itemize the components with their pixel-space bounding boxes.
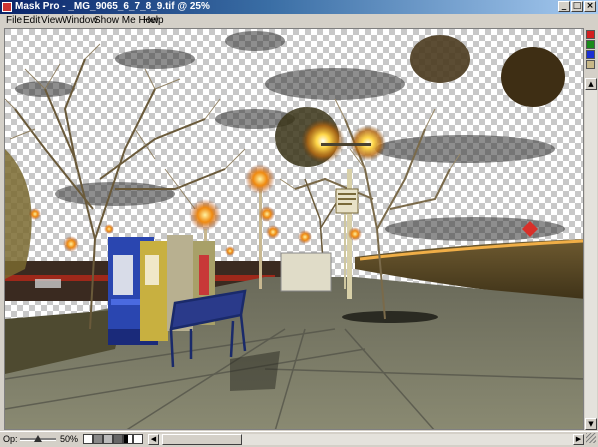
bw-view-icon[interactable] xyxy=(123,434,133,444)
close-button[interactable]: × xyxy=(584,1,596,12)
app-icon[interactable] xyxy=(2,2,12,12)
scroll-right-button[interactable]: ▶ xyxy=(573,434,584,445)
horizontal-scrollbar[interactable]: ◀ ▶ xyxy=(148,434,584,445)
scroll-down-button[interactable]: ▼ xyxy=(585,418,597,430)
opacity-label: Op: xyxy=(3,434,18,444)
masked-photo xyxy=(5,29,583,429)
menu-bar: File Edit View Window Show Me How Help xyxy=(0,14,598,27)
opacity-value: 50% xyxy=(60,434,79,444)
image-view-icon[interactable] xyxy=(103,434,113,444)
grid-icon[interactable] xyxy=(83,434,93,444)
overlay-view-icon[interactable] xyxy=(113,434,123,444)
mask-view-icon[interactable] xyxy=(93,434,103,444)
scroll-up-button[interactable]: ▲ xyxy=(585,78,597,90)
minimize-button[interactable]: _ xyxy=(558,1,570,12)
window-title: Mask Pro - _MG_9065_6_7_8_9.tif @ 25% xyxy=(15,1,210,12)
image-canvas[interactable] xyxy=(4,28,584,430)
vertical-scrollbar[interactable]: ▲ ▼ xyxy=(585,78,597,430)
red-swatch[interactable] xyxy=(586,30,595,39)
menu-view[interactable]: View xyxy=(41,15,63,26)
maximize-button[interactable]: □ xyxy=(571,1,583,12)
menu-window[interactable]: Window xyxy=(62,15,98,26)
pattern-swatch[interactable] xyxy=(586,60,595,69)
fit-view-icon[interactable] xyxy=(133,434,143,444)
green-swatch[interactable] xyxy=(586,40,595,49)
blue-swatch[interactable] xyxy=(586,50,595,59)
status-bar: Op: 50% ◀ ▶ xyxy=(0,431,598,447)
menu-edit[interactable]: Edit xyxy=(23,15,40,26)
opacity-slider-thumb[interactable] xyxy=(34,435,42,442)
menu-help[interactable]: Help xyxy=(143,15,164,26)
title-bar[interactable]: Mask Pro - _MG_9065_6_7_8_9.tif @ 25% _ … xyxy=(0,0,598,14)
scroll-left-button[interactable]: ◀ xyxy=(148,434,159,445)
menu-file[interactable]: File xyxy=(6,15,22,26)
resize-grip[interactable] xyxy=(586,433,596,443)
horizontal-scroll-thumb[interactable] xyxy=(162,434,242,445)
